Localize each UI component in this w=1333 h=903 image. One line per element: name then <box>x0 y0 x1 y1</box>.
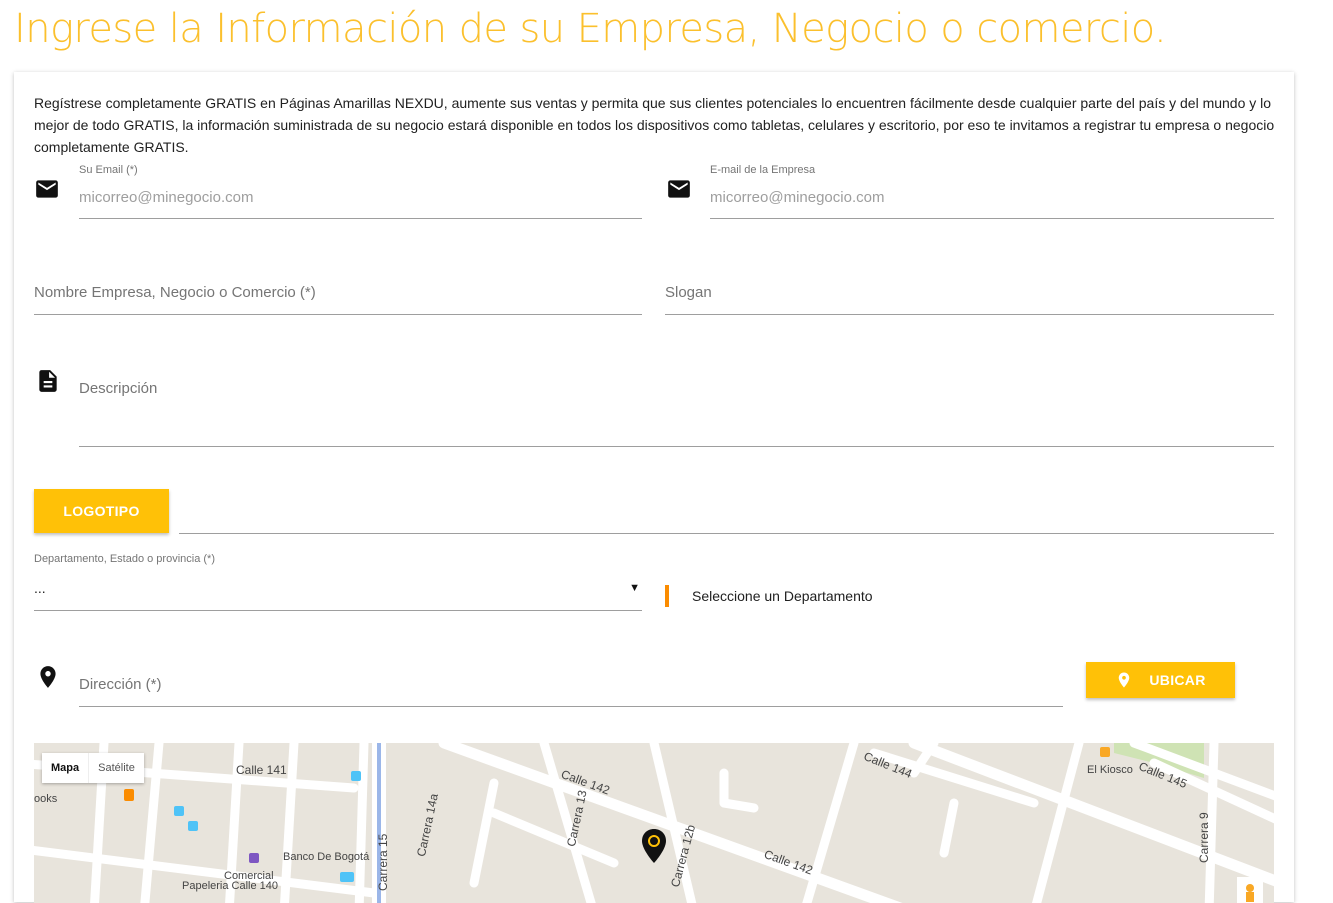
company-email-label: E-mail de la Empresa <box>710 164 816 176</box>
company-email-underline <box>710 218 1274 219</box>
company-name-field[interactable]: Nombre Empresa, Negocio o Comercio (*) <box>34 284 642 316</box>
email-icon <box>666 176 692 202</box>
map-type-map-button[interactable]: Mapa <box>42 753 88 783</box>
user-email-underline <box>79 218 642 219</box>
description-underline <box>79 446 1274 447</box>
page-title: Ingrese la Información de su Empresa, Ne… <box>14 6 1167 52</box>
dropdown-arrow-icon: ▼ <box>629 582 640 594</box>
department-underline <box>34 610 642 611</box>
locate-button-label: UBICAR <box>1149 672 1206 688</box>
street-label: Carrera 9 <box>1197 812 1211 863</box>
description-field[interactable]: Descripción <box>79 380 1274 448</box>
slogan-field[interactable]: Slogan <box>665 284 1274 316</box>
company-email-field[interactable]: E-mail de la Empresa micorreo@minegocio.… <box>710 164 1274 220</box>
department-select[interactable]: Departamento, Estado o provincia (*) ...… <box>34 553 642 611</box>
street-label: Calle 141 <box>236 763 287 777</box>
logo-file-underline <box>179 533 1274 534</box>
location-map[interactable]: Mapa Satélite Calle 141 Calle 142 Calle … <box>34 743 1274 903</box>
slogan-underline <box>665 314 1274 315</box>
place-label: Papeleria Calle 140 <box>182 880 279 892</box>
company-email-input[interactable]: micorreo@minegocio.com <box>710 189 884 206</box>
user-email-field[interactable]: Su Email (*) micorreo@minegocio.com <box>79 164 642 220</box>
logo-upload-button[interactable]: LOGOTIPO <box>34 489 169 533</box>
map-type-satellite-button[interactable]: Satélite <box>88 753 144 783</box>
description-input[interactable]: Descripción <box>79 380 157 397</box>
company-name-underline <box>34 314 642 315</box>
location-pin-icon <box>1119 672 1130 688</box>
department-selected-value: ... <box>34 580 46 596</box>
street-label: Carrera 15 <box>376 833 390 891</box>
department-label: Departamento, Estado o provincia (*) <box>34 553 215 565</box>
locate-button[interactable]: UBICAR <box>1086 662 1235 698</box>
place-label: ooks <box>34 793 58 805</box>
map-type-control[interactable]: Mapa Satélite <box>42 753 144 783</box>
place-label: Banco De Bogotá <box>283 851 370 863</box>
registration-form-card: Regístrese completamente GRATIS en Págin… <box>14 72 1294 903</box>
company-name-input[interactable]: Nombre Empresa, Negocio o Comercio (*) <box>34 284 316 301</box>
address-input[interactable]: Dirección (*) <box>79 676 162 693</box>
address-underline <box>79 706 1063 707</box>
place-label: El Kiosco <box>1087 764 1133 776</box>
user-email-input[interactable]: micorreo@minegocio.com <box>79 189 253 206</box>
address-field[interactable]: Dirección (*) <box>79 676 1063 708</box>
slogan-input[interactable]: Slogan <box>665 284 712 301</box>
intro-text: Regístrese completamente GRATIS en Págin… <box>34 95 1275 155</box>
email-icon <box>34 176 60 202</box>
city-hint-marker <box>665 585 669 607</box>
description-icon <box>35 368 61 394</box>
location-pin-icon <box>35 664 61 690</box>
user-email-label: Su Email (*) <box>79 164 138 176</box>
city-hint-text: Seleccione un Departamento <box>692 588 873 604</box>
